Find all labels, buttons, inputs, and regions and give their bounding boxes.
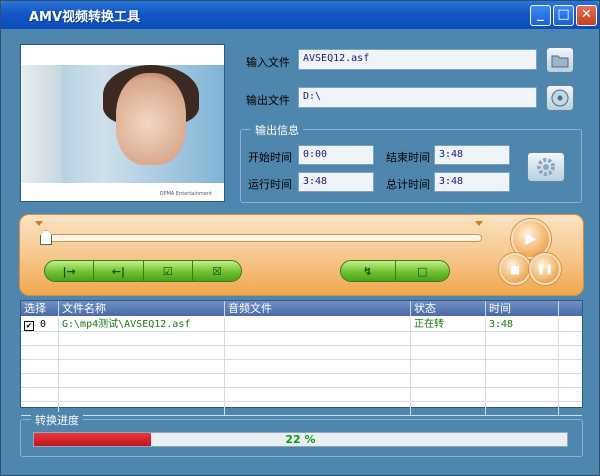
- row-filename: G:\mp4测试\AVSEQ12.asf: [59, 318, 225, 331]
- control-panel: |→ ←| ☑ ☒ ↯ □ ▶ ■ ❚❚: [19, 214, 584, 296]
- stop-button[interactable]: ■: [499, 253, 531, 285]
- window-title: AMV视频转换工具: [29, 10, 141, 25]
- open-folder-button[interactable]: [546, 47, 574, 73]
- maximize-button[interactable]: □: [553, 5, 574, 26]
- start-marker[interactable]: [35, 221, 43, 226]
- output-file-label: 输出文件: [246, 94, 290, 107]
- seek-thumb[interactable]: [40, 230, 52, 245]
- run-time-field: 3:48: [298, 172, 374, 192]
- run-time-label: 运行时间: [248, 178, 292, 191]
- video-pillar: [21, 65, 61, 185]
- progress-title: 转换进度: [31, 412, 83, 428]
- empty-table-row: [21, 346, 582, 360]
- video-face: [116, 73, 186, 165]
- col-select[interactable]: 选择: [21, 301, 59, 316]
- row-index: 0: [40, 319, 47, 330]
- input-file-label: 输入文件: [246, 56, 290, 69]
- row-select-cell[interactable]: ✔ 0: [21, 318, 59, 331]
- output-file-field[interactable]: D:\: [298, 87, 537, 108]
- app-window: AMV视频转换工具 _ □ ✕ DPMA Entertainment 输入文件 …: [0, 0, 600, 476]
- empty-table-row: [21, 402, 582, 416]
- pause-button[interactable]: ❚❚: [529, 253, 561, 285]
- set-end-button[interactable]: ←|: [94, 261, 144, 281]
- progress-percent: 22 %: [285, 433, 316, 446]
- play-icon: ▶: [525, 231, 537, 247]
- video-caption-strip: DPMA Entertainment: [21, 183, 224, 201]
- col-filename[interactable]: 文件名称: [59, 301, 225, 316]
- output-info-title: 输出信息: [251, 122, 303, 138]
- uncheck-button[interactable]: ☒: [193, 261, 241, 281]
- stop-convert-button[interactable]: □: [396, 261, 450, 281]
- start-time-label: 开始时间: [248, 151, 292, 164]
- close-button[interactable]: ✕: [576, 5, 597, 26]
- empty-table-row: [21, 374, 582, 388]
- table-header: 选择 文件名称 音频文件 状态 时间: [21, 301, 582, 316]
- edit-buttons-group: |→ ←| ☑ ☒: [44, 260, 242, 282]
- title-bar: AMV视频转换工具 _ □ ✕: [1, 1, 599, 29]
- video-caption: DPMA Entertainment: [159, 191, 212, 197]
- minimize-button[interactable]: _: [530, 5, 551, 26]
- convert-buttons-group: ↯ □: [340, 260, 450, 282]
- video-preview: DPMA Entertainment: [20, 44, 225, 202]
- col-status[interactable]: 状态: [411, 301, 486, 316]
- end-time-label: 结束时间: [386, 151, 430, 164]
- seek-slider[interactable]: [44, 234, 482, 242]
- row-status: 正在转: [411, 318, 486, 331]
- folder-icon: [551, 55, 569, 68]
- row-audio: [225, 318, 411, 331]
- row-checkbox[interactable]: ✔: [24, 321, 34, 331]
- input-file-field[interactable]: AVSEQ12.asf: [298, 49, 537, 70]
- end-marker[interactable]: [475, 221, 483, 226]
- pause-icon: ❚❚: [536, 263, 554, 275]
- end-time-field: 3:48: [434, 145, 510, 165]
- table-row[interactable]: ✔ 0 G:\mp4测试\AVSEQ12.asf 正在转 3:48: [21, 318, 582, 332]
- settings-button[interactable]: [527, 152, 565, 182]
- set-start-button[interactable]: |→: [45, 261, 95, 281]
- convert-button[interactable]: ↯: [341, 261, 396, 281]
- empty-table-row: [21, 332, 582, 346]
- row-time: 3:48: [486, 318, 559, 331]
- start-time-field: 0:00: [298, 145, 374, 165]
- total-time-label: 总计时间: [386, 178, 430, 191]
- progress-bar: 22 %: [33, 432, 568, 447]
- col-audio[interactable]: 音频文件: [225, 301, 411, 316]
- stop-icon: ■: [509, 262, 521, 276]
- total-time-field: 3:48: [434, 172, 510, 192]
- empty-table-row: [21, 388, 582, 402]
- empty-table-row: [21, 360, 582, 374]
- disc-icon: [551, 89, 569, 107]
- file-table: 选择 文件名称 音频文件 状态 时间 ✔ 0 G:\mp4测试\AVSEQ12.…: [20, 300, 583, 416]
- col-time[interactable]: 时间: [486, 301, 559, 316]
- output-settings-button[interactable]: [546, 85, 574, 111]
- gear-icon: [537, 158, 555, 176]
- check-all-button[interactable]: ☑: [144, 261, 193, 281]
